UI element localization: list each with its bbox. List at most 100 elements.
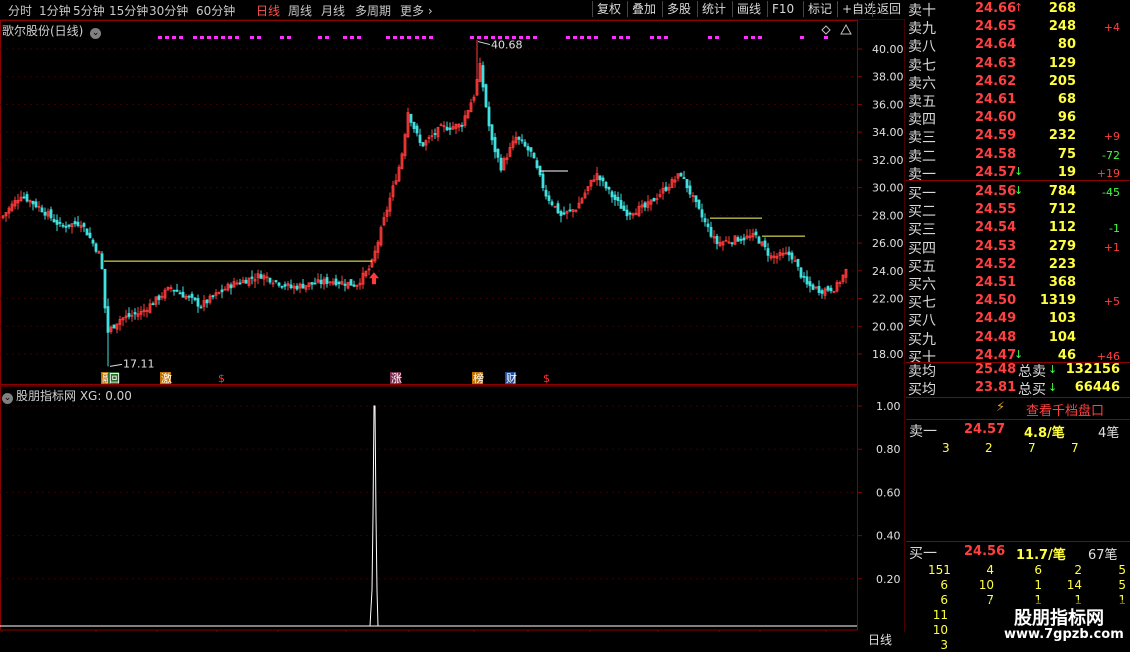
candle [706, 223, 710, 228]
candle [490, 124, 494, 141]
period-tab-4[interactable]: 30分钟 [149, 2, 188, 19]
order-row-price: 24.66 [975, 1, 1017, 16]
period-tab-8[interactable]: 月线 [321, 2, 345, 19]
candle [112, 324, 116, 329]
toolbar-button-6[interactable]: 标记 [803, 1, 836, 17]
toolbar-button-8[interactable]: 返回 [872, 1, 905, 17]
signal-dot [800, 36, 804, 39]
order-row-price: 24.59 [975, 128, 1017, 144]
candle [229, 284, 233, 289]
lightning-icon: ⚡ [996, 400, 1006, 415]
order-row-change: +9 [1103, 130, 1120, 144]
divider [906, 541, 1130, 542]
candle [529, 147, 533, 152]
candle [43, 211, 47, 216]
indicator-y-label: 0.20 [876, 573, 901, 586]
period-tab-3[interactable]: 15分钟 [109, 2, 148, 19]
candle [127, 313, 131, 317]
period-tab-5[interactable]: 60分钟 [196, 2, 235, 19]
kline-chart[interactable]: 40.00 38.00 36.00 34.00 32.00 30.00 28.00 26.00… [0, 20, 905, 632]
candle [412, 121, 416, 129]
order-row-price: 24.61 [975, 92, 1017, 107]
y-tick-label: 28.00 [872, 209, 904, 222]
candle [343, 283, 347, 286]
buy1-count: 67笔 [1088, 548, 1118, 563]
signal-dot [580, 36, 584, 39]
candle [613, 194, 617, 200]
order-row-change: -1 [1109, 222, 1120, 236]
indicator-y-label: 0.60 [876, 486, 901, 499]
candle [295, 285, 299, 290]
y-tick-label: 30.00 [872, 182, 904, 195]
signal-dot [626, 36, 630, 39]
candle [697, 199, 701, 209]
candle [787, 251, 791, 256]
total-buy-value: 66446 [1074, 380, 1120, 395]
view-1000-level-button[interactable]: 查看千档盘口 [1026, 400, 1104, 419]
candle [301, 283, 305, 289]
period-tab-7[interactable]: 周线 [288, 2, 312, 19]
order-row-volume: 129 [1048, 55, 1076, 71]
period-tab-6[interactable]: 日线 [256, 2, 280, 19]
total-buy-label: 总买 [1018, 382, 1046, 398]
period-tab-2[interactable]: 5分钟 [73, 2, 105, 19]
event-badge: $ [218, 372, 225, 385]
order-row-change: +1 [1103, 240, 1120, 254]
chevron-down-icon[interactable]: ⌄ [2, 393, 13, 404]
candle [808, 281, 812, 287]
toolbar-button-3[interactable]: 统计 [697, 1, 730, 17]
toolbar-button-2[interactable]: 多股 [662, 1, 695, 17]
queue-item: 2 [1074, 563, 1082, 577]
candle [619, 200, 623, 209]
signal-dot [484, 36, 488, 39]
arrow-icon: ↓ [1048, 381, 1058, 394]
sell1-detail-label: 卖一 [909, 424, 937, 440]
candle [64, 225, 68, 228]
candle [811, 284, 815, 290]
candle [643, 202, 647, 208]
candle [709, 226, 713, 237]
signal-dot [250, 36, 254, 39]
toolbar-button-4[interactable]: 画线 [732, 1, 765, 17]
period-tab-1[interactable]: 1分钟 [39, 2, 71, 19]
toolbar-button-5[interactable]: F10 [767, 1, 798, 17]
candle [562, 212, 566, 215]
signal-dot [477, 36, 481, 39]
order-row-label: 买六 [908, 277, 936, 293]
queue-item: 2 [985, 441, 993, 455]
period-tab-9[interactable]: 多周期 [355, 2, 391, 19]
signal-dot [280, 36, 284, 39]
indicator-y-label: 0.80 [876, 443, 901, 456]
buy1-detail-label: 买一 [909, 546, 937, 562]
signal-dot [491, 36, 495, 39]
signal-dot [619, 36, 623, 39]
queue-item: 3 [942, 441, 950, 455]
candle [547, 195, 551, 201]
order-row-volume: 712 [1048, 202, 1076, 218]
candle [526, 146, 530, 151]
queue-item: 1 [1034, 578, 1042, 592]
order-row-change: -72 [1102, 148, 1120, 162]
order-row-price: 24.53 [975, 238, 1017, 254]
signal-dot [287, 36, 291, 39]
candle [187, 295, 191, 298]
candle [715, 235, 719, 244]
signal-dot [657, 36, 661, 39]
candle [550, 201, 554, 206]
period-tab-0[interactable]: 分时 [8, 2, 32, 19]
candle [421, 142, 425, 147]
candle [181, 291, 185, 298]
signal-dot [158, 36, 162, 39]
toolbar-button-0[interactable]: 复权 [592, 1, 625, 17]
period-tab-10[interactable]: 更多 › [400, 2, 433, 19]
candle [568, 209, 572, 212]
signal-dot [708, 36, 712, 39]
toolbar-button-1[interactable]: 叠加 [627, 1, 660, 17]
order-row-volume: 268 [1048, 1, 1076, 16]
candle [487, 106, 491, 127]
order-row-volume: 279 [1048, 238, 1076, 254]
event-badge: 激 [161, 371, 172, 385]
signal-dot [393, 36, 397, 39]
candle [496, 148, 500, 158]
diamond-icon [821, 25, 831, 35]
